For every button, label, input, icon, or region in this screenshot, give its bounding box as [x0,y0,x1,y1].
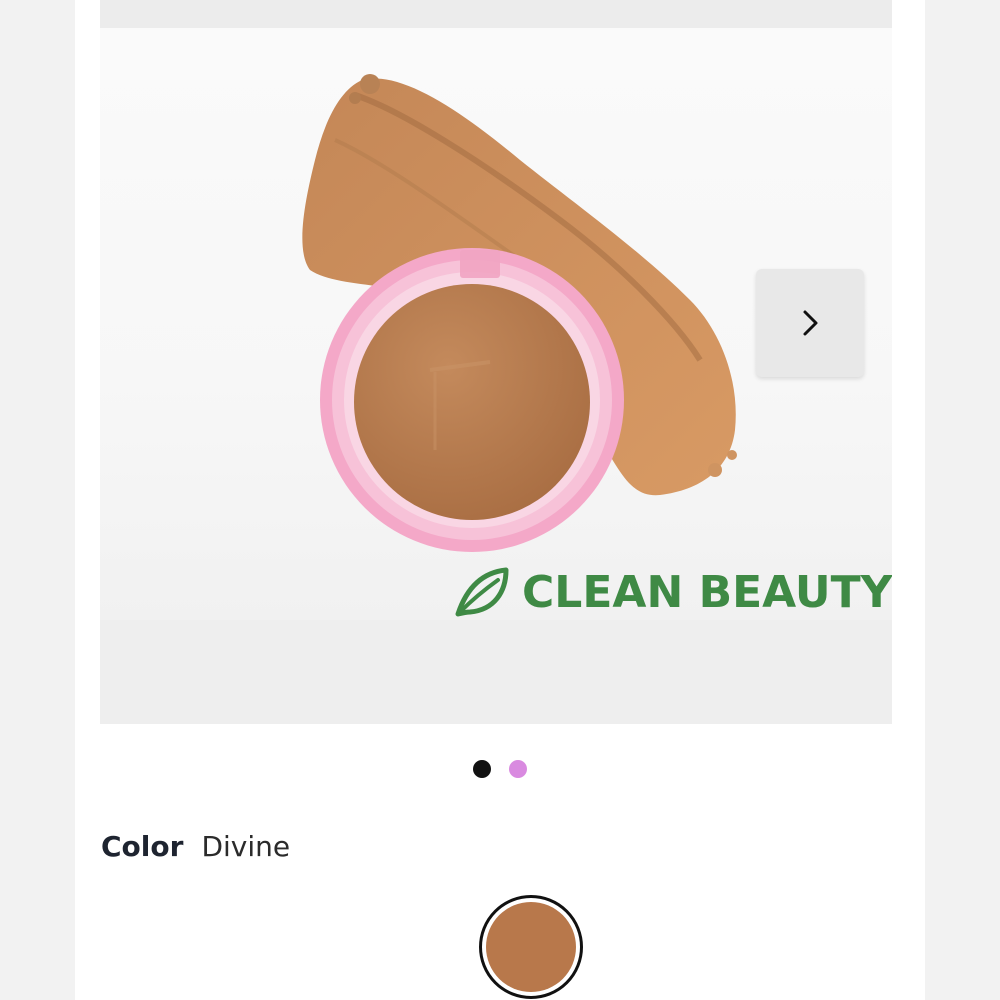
carousel-pagination [0,760,1000,778]
color-label: Color [101,830,184,863]
color-selection-row: Color Divine [101,830,290,863]
leaf-icon [455,567,509,617]
product-image-carousel[interactable]: CLEAN BEAUTY [100,0,892,724]
color-swatch-divine[interactable] [479,895,583,999]
clean-beauty-badge: CLEAN BEAUTY [450,560,892,624]
carousel-dot-1[interactable] [473,760,491,778]
carousel-dot-2[interactable] [509,760,527,778]
clean-beauty-label: CLEAN BEAUTY [522,566,892,618]
powder-pan [354,284,590,520]
color-value: Divine [201,830,291,863]
swatch-fill [486,902,576,992]
next-slide-button[interactable] [756,269,864,377]
chevron-right-icon [803,310,818,336]
